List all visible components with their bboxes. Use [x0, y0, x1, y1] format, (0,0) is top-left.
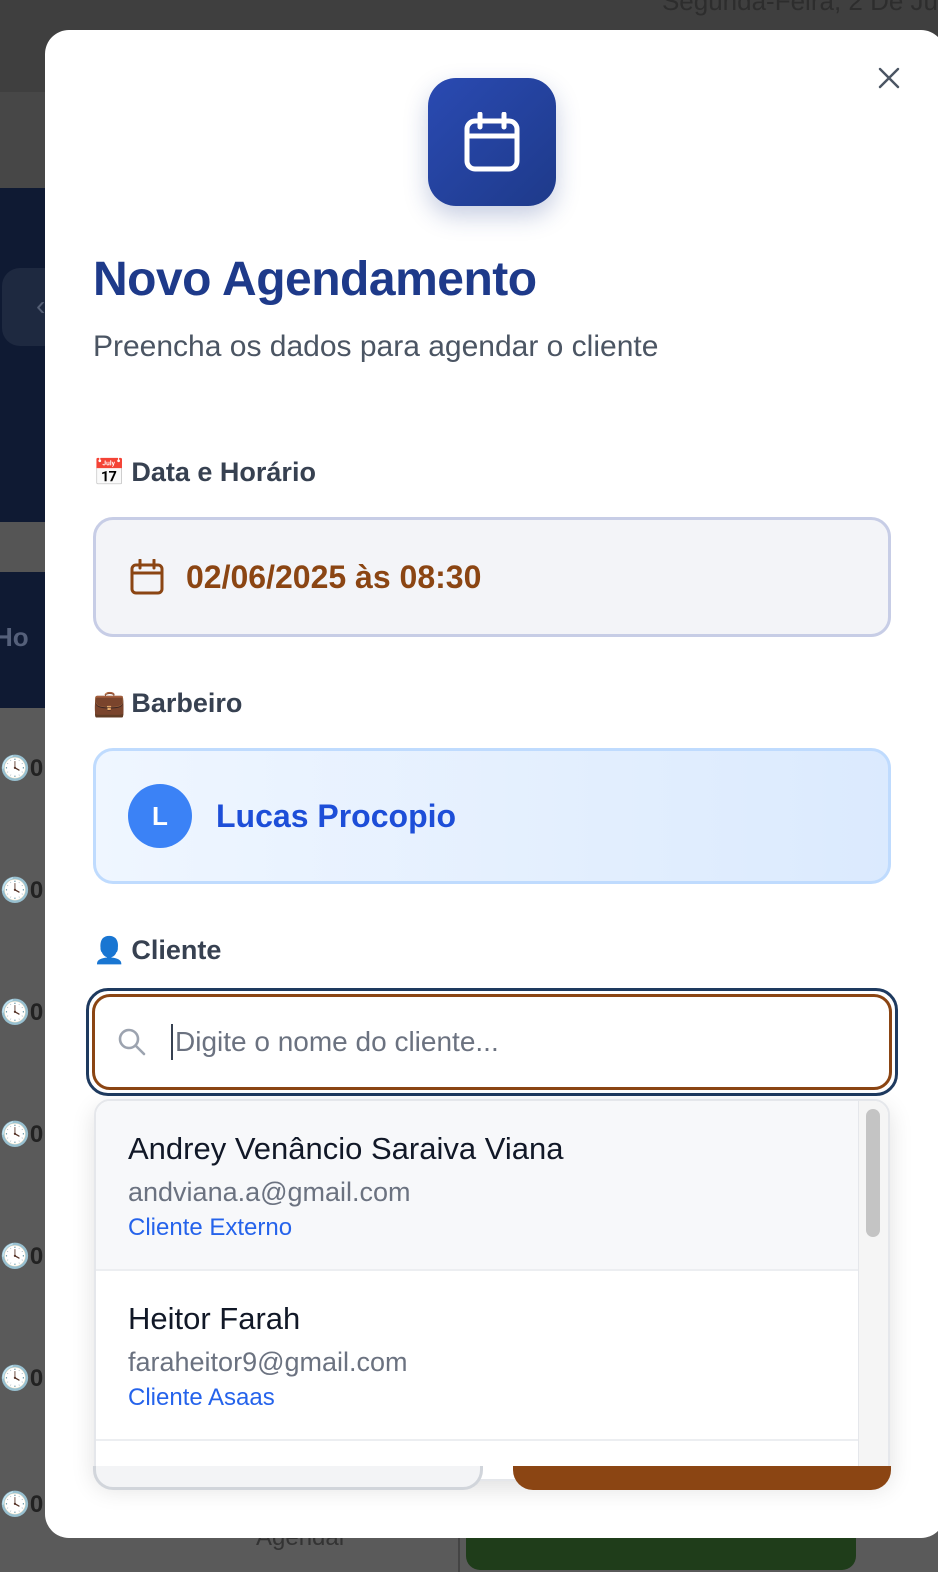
modal-title: Novo Agendamento [93, 253, 537, 306]
client-section-label: 👤 Cliente [93, 935, 221, 966]
barber-section-label-text: Barbeiro [131, 688, 243, 718]
clock-icon: 🕓0 [0, 1243, 44, 1270]
cancel-button[interactable] [93, 1466, 483, 1490]
client-email: andviana.a@gmail.com [128, 1177, 411, 1207]
new-appointment-modal: Novo Agendamento Preencha os dados para … [45, 30, 938, 1538]
dropdown-scrollbar-thumb[interactable] [866, 1109, 880, 1237]
bg-divider-line [458, 1536, 460, 1572]
calendar-icon [464, 112, 520, 172]
client-type: Cliente Asaas [128, 1384, 275, 1411]
bg-header-date: Segunda-Feira, 2 De Ju [661, 0, 938, 16]
briefcase-emoji-icon: 💼 [93, 688, 126, 718]
client-results-dropdown: Andrey Venâncio Saraiva Viana andviana.a… [94, 1099, 890, 1481]
clock-icon: 🕓0 [0, 755, 44, 782]
calendar-icon [130, 559, 164, 595]
date-time-display: 02/06/2025 às 08:30 [93, 517, 891, 637]
client-results-list: Andrey Venâncio Saraiva Viana andviana.a… [96, 1101, 862, 1479]
date-section-label-text: Data e Horário [131, 457, 316, 487]
barber-display: L Lucas Procopio [93, 748, 891, 884]
close-button[interactable] [871, 60, 907, 96]
clock-icon: 🕓0 [0, 1121, 44, 1148]
clock-icon: 🕓0 [0, 1365, 44, 1392]
bg-side-label: Ho [0, 622, 29, 652]
client-search-input[interactable] [171, 1024, 811, 1060]
avatar: L [128, 784, 192, 848]
client-search-wrapper [86, 988, 898, 1096]
client-type: Cliente Externo [128, 1214, 293, 1241]
client-search-box[interactable] [92, 994, 892, 1090]
calendar-hero-badge [428, 78, 556, 206]
date-section-label: 📅 Data e Horário [93, 457, 316, 488]
clock-icon: 🕓0 [0, 999, 44, 1026]
barber-section-label: 💼 Barbeiro [93, 688, 242, 719]
date-time-value: 02/06/2025 às 08:30 [186, 558, 482, 595]
client-result-item[interactable]: Heitor Farah faraheitor9@gmail.com Clien… [96, 1271, 862, 1441]
client-email: faraheitor9@gmail.com [128, 1347, 408, 1377]
chevron-left-icon: ‹ [36, 290, 46, 321]
person-emoji-icon: 👤 [93, 935, 126, 965]
clock-icon: 🕓0 [0, 1491, 44, 1518]
submit-button[interactable] [513, 1466, 891, 1490]
search-icon [118, 1028, 146, 1056]
clock-icon: 🕓0 [0, 877, 44, 904]
client-name: Andrey Venâncio Saraiva Viana [128, 1131, 564, 1166]
barber-name: Lucas Procopio [216, 797, 457, 834]
calendar-emoji-icon: 📅 [93, 457, 126, 487]
modal-subtitle: Preencha os dados para agendar o cliente [93, 330, 659, 363]
client-name: Heitor Farah [128, 1301, 301, 1336]
close-icon[interactable] [877, 66, 901, 90]
dropdown-scrollbar[interactable] [858, 1101, 888, 1479]
client-result-item[interactable]: Andrey Venâncio Saraiva Viana andviana.a… [96, 1101, 862, 1271]
client-section-label-text: Cliente [131, 935, 222, 965]
